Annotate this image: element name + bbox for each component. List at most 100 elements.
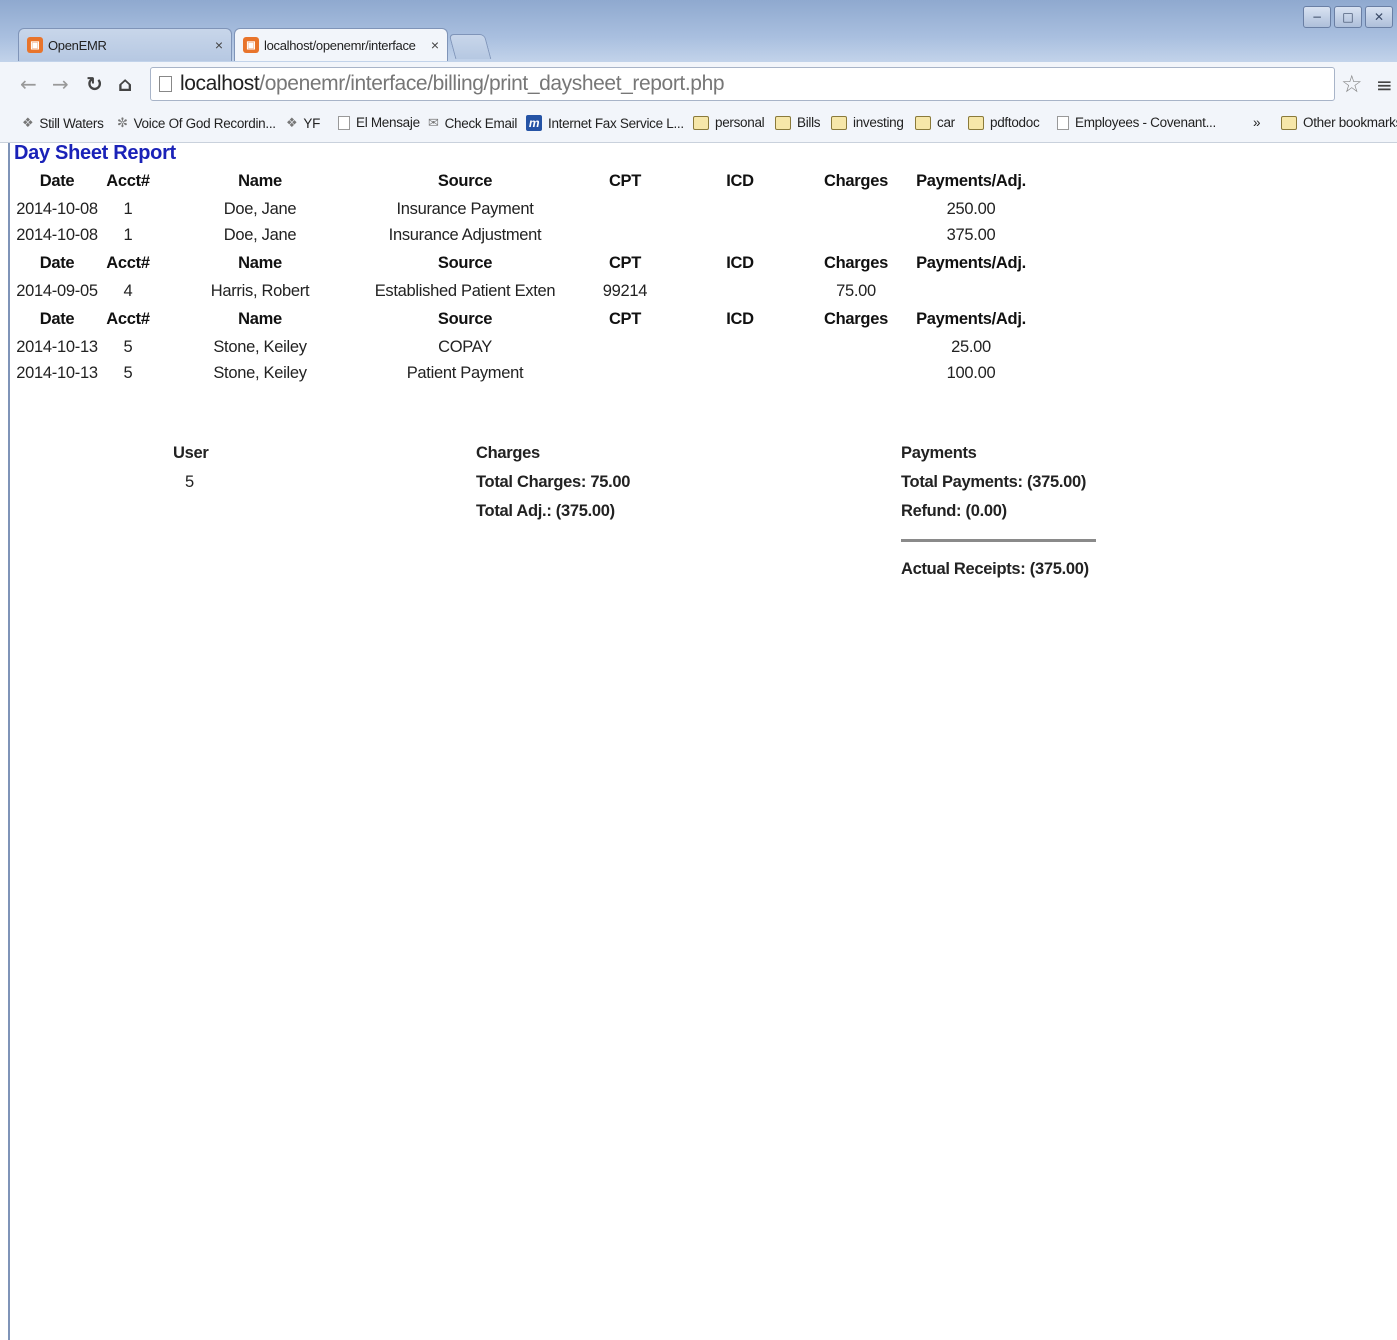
column-header-payments: Payments/Adj. [916, 172, 1026, 190]
cell-payments: 250.00 [946, 200, 996, 218]
close-window-button[interactable]: ✕ [1365, 6, 1393, 28]
folder-icon [693, 115, 709, 130]
cell-acct: 5 [123, 338, 133, 356]
summary-user-value: 5 [185, 473, 194, 491]
summary-divider [901, 539, 1096, 542]
bookmark-folder-bills[interactable]: Bills [775, 115, 821, 130]
folder-icon [775, 115, 791, 130]
column-header-name: Name [238, 172, 282, 190]
cell-date: 2014-10-13 [16, 364, 98, 382]
column-header-charges: Charges [824, 310, 888, 328]
column-header-charges: Charges [824, 172, 888, 190]
cell-acct: 1 [123, 200, 133, 218]
bookmark-still-waters[interactable]: ❖ Still Waters [22, 115, 104, 131]
column-header-icd: ICD [726, 172, 754, 190]
browser-toolbar: ← → ↻ ⌂ localhost/openemr/interface/bill… [0, 62, 1397, 107]
cell-date: 2014-10-08 [16, 200, 98, 218]
bookmark-el-mensaje[interactable]: El Mensaje [338, 115, 420, 130]
tab-title: OpenEMR [48, 37, 107, 53]
openemr-favicon-icon: ▣ [243, 37, 259, 53]
cell-payments: 25.00 [951, 338, 991, 356]
bookmark-check-email[interactable]: ✉ Check Email [428, 115, 517, 131]
bookmarks-bar: ❖ Still Waters ✼ Voice Of God Recordin... … [0, 107, 1397, 143]
cell-charges: 75.00 [836, 282, 876, 300]
forward-arrow-icon[interactable]: → [52, 72, 69, 96]
back-arrow-icon[interactable]: ← [20, 72, 37, 96]
cell-date: 2014-09-05 [16, 282, 98, 300]
column-header-acct: Acct# [106, 254, 150, 272]
document-icon [1057, 115, 1069, 130]
tab-close-icon[interactable]: × [431, 37, 439, 53]
cell-date: 2014-10-08 [16, 226, 98, 244]
url-host: localhost [180, 72, 260, 95]
bookmark-yf[interactable]: ❖ YF [286, 115, 320, 131]
summary-charges-header: Charges [476, 444, 540, 462]
column-header-date: Date [39, 172, 75, 190]
cell-cpt: 99214 [602, 282, 648, 300]
feather-icon: ❖ [286, 115, 298, 130]
window-controls: − □ ✕ [1303, 6, 1393, 28]
cell-source: Insurance Adjustment [388, 226, 542, 244]
bookmark-folder-car[interactable]: car [915, 115, 955, 130]
summary-user-header: User [173, 444, 209, 462]
cell-acct: 4 [123, 282, 133, 300]
cell-name: Stone, Keiley [213, 364, 307, 382]
new-tab-button[interactable] [448, 34, 492, 59]
bookmark-folder-pdftodoc[interactable]: pdftodoc [968, 115, 1040, 130]
bookmark-star-icon[interactable]: ☆ [1341, 70, 1363, 98]
bookmark-internet-fax[interactable]: m Internet Fax Service L... [526, 115, 684, 131]
column-header-source: Source [437, 254, 493, 272]
column-header-date: Date [39, 310, 75, 328]
other-bookmarks[interactable]: Other bookmarks [1281, 115, 1397, 130]
summary-total-payments: Total Payments: (375.00) [901, 473, 1087, 491]
fax-service-logo-icon: m [526, 115, 542, 131]
cell-date: 2014-10-13 [16, 338, 98, 356]
page-title: Day Sheet Report [14, 142, 176, 164]
tab-openemr[interactable]: ▣ OpenEMR × [18, 28, 232, 61]
folder-icon [968, 115, 984, 130]
column-header-name: Name [238, 310, 282, 328]
summary-total-charges: Total Charges: 75.00 [476, 473, 631, 491]
folder-icon [915, 115, 931, 130]
column-header-payments: Payments/Adj. [916, 254, 1026, 272]
cell-payments: 100.00 [946, 364, 996, 382]
url-text: localhost/openemr/interface/billing/prin… [180, 72, 725, 96]
summary-actual-receipts: Actual Receipts: (375.00) [901, 560, 1089, 578]
column-header-source: Source [437, 310, 493, 328]
column-header-payments: Payments/Adj. [916, 310, 1026, 328]
menu-icon[interactable]: ≡ [1376, 73, 1393, 97]
column-header-acct: Acct# [106, 172, 150, 190]
reload-icon[interactable]: ↻ [86, 72, 103, 96]
column-header-cpt: CPT [608, 310, 642, 328]
address-bar[interactable]: localhost/openemr/interface/billing/prin… [150, 67, 1335, 101]
browser-titlebar: − □ ✕ ▣ OpenEMR × ▣ localhost/openemr/in… [0, 0, 1397, 62]
maximize-button[interactable]: □ [1334, 6, 1362, 28]
bookmark-employees[interactable]: Employees - Covenant... [1057, 115, 1216, 130]
cell-source: Insurance Payment [396, 200, 534, 218]
broadcast-icon: ✼ [117, 115, 128, 130]
tab-close-icon[interactable]: × [215, 37, 223, 53]
column-header-source: Source [437, 172, 493, 190]
column-header-cpt: CPT [608, 172, 642, 190]
cell-name: Harris, Robert [210, 282, 310, 300]
summary-total-adj: Total Adj.: (375.00) [476, 502, 615, 520]
column-header-acct: Acct# [106, 310, 150, 328]
column-header-date: Date [39, 254, 75, 272]
cell-acct: 5 [123, 364, 133, 382]
bookmarks-overflow-chevron-icon[interactable]: » [1253, 115, 1261, 130]
mail-icon: ✉ [428, 115, 439, 130]
cell-source: Established Patient Exten [374, 282, 556, 300]
cell-acct: 1 [123, 226, 133, 244]
home-icon[interactable]: ⌂ [118, 72, 132, 96]
minimize-button[interactable]: − [1303, 6, 1331, 28]
column-header-cpt: CPT [608, 254, 642, 272]
bookmark-folder-investing[interactable]: investing [831, 115, 904, 130]
tab-daysheet-report[interactable]: ▣ localhost/openemr/interface × [234, 28, 448, 61]
document-icon [338, 115, 350, 130]
feather-icon: ❖ [22, 115, 34, 130]
url-path: /openemr/interface/billing/print_dayshee… [259, 72, 725, 95]
cell-payments: 375.00 [946, 226, 996, 244]
bookmark-voice-of-god[interactable]: ✼ Voice Of God Recordin... [117, 115, 276, 131]
tab-title: localhost/openemr/interface [264, 37, 416, 53]
bookmark-folder-personal[interactable]: personal [693, 115, 765, 130]
